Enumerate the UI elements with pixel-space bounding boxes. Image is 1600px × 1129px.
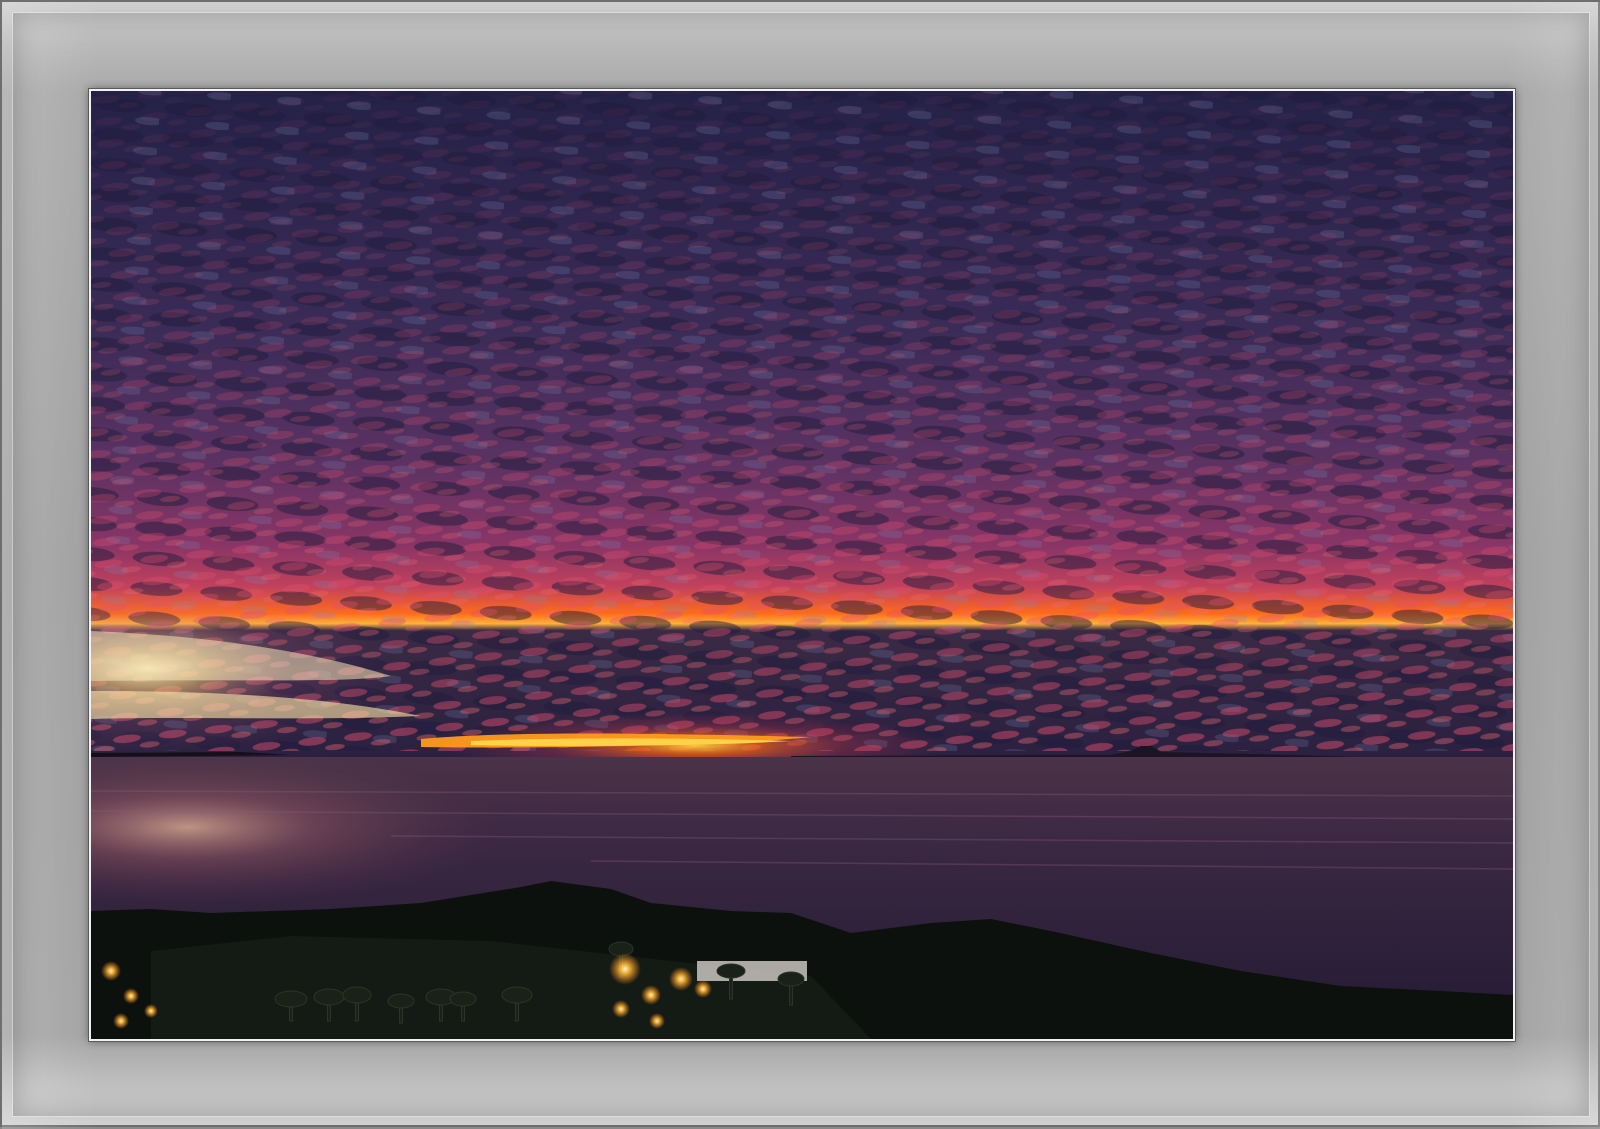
horizon-glow: [291, 651, 1191, 771]
sunset-photo: [88, 88, 1516, 1042]
sunset-photo-canvas: [91, 91, 1513, 1039]
picture-frame: [0, 0, 1600, 1129]
